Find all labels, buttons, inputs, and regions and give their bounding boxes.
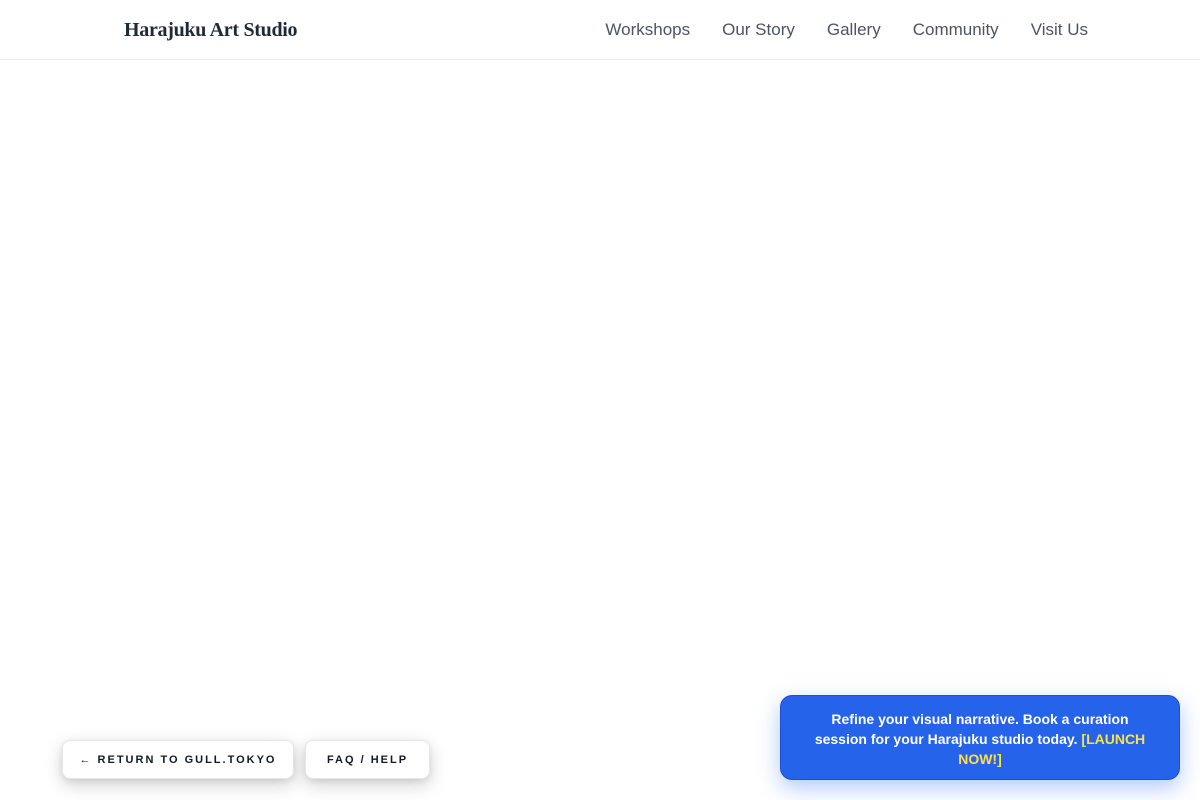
nav-link-our-story[interactable]: Our Story — [722, 19, 795, 41]
brand-logo[interactable]: Harajuku Art Studio — [124, 17, 298, 43]
page: Harajuku Art Studio Workshops Our Story … — [0, 0, 1200, 800]
promo-banner[interactable]: Refine your visual narrative. Book a cur… — [780, 695, 1180, 780]
nav-link-gallery[interactable]: Gallery — [827, 19, 881, 41]
site-header: Harajuku Art Studio Workshops Our Story … — [0, 0, 1200, 60]
nav-link-community[interactable]: Community — [913, 19, 999, 41]
faq-help-button[interactable]: FAQ / HELP — [305, 740, 430, 779]
nav-link-visit-us[interactable]: Visit Us — [1031, 19, 1088, 41]
nav-link-workshops[interactable]: Workshops — [605, 19, 690, 41]
main-nav: Workshops Our Story Gallery Community Vi… — [605, 19, 1088, 41]
return-to-gull-tokyo-button[interactable]: ← RETURN TO GULL.TOKYO — [62, 740, 294, 779]
